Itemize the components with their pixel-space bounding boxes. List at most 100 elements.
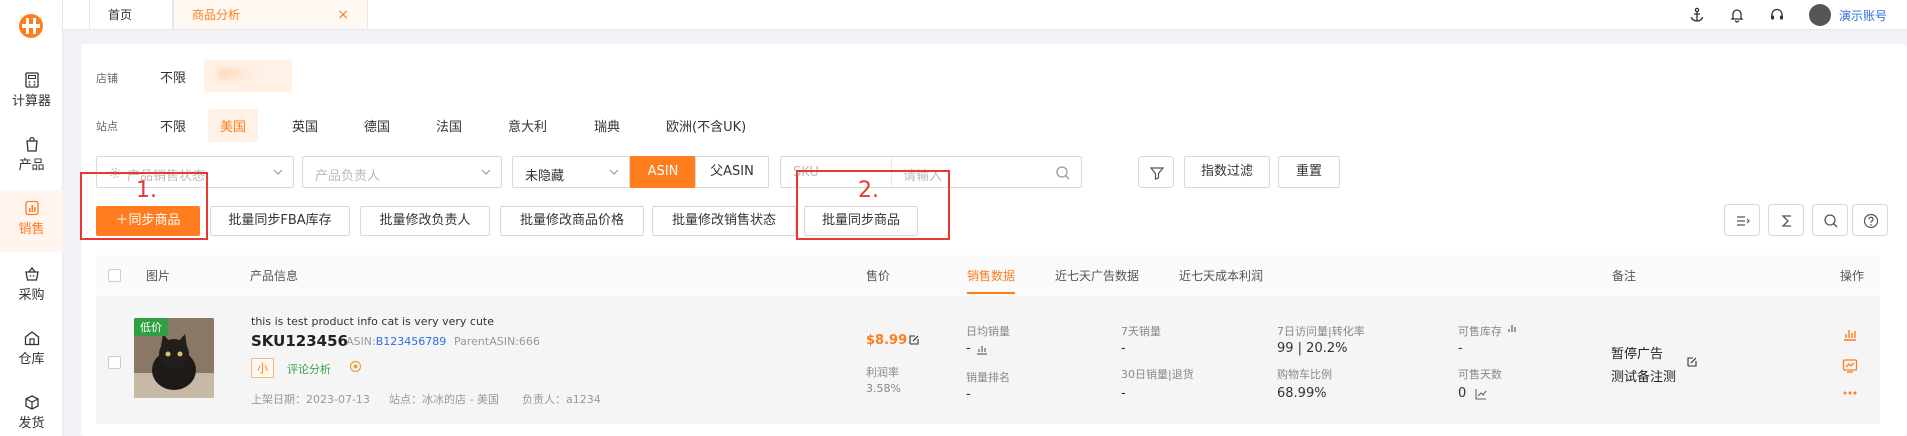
sidebar-item-shipping[interactable]: 发货 — [0, 384, 63, 436]
asin-toggle-asin[interactable]: ASIN — [630, 156, 696, 188]
sidebar-label: 产品 — [18, 158, 45, 173]
filter-button[interactable] — [1138, 156, 1174, 188]
store-site: 站点：冰冰的店 - 美国 — [389, 393, 499, 406]
asin-line: ASIN:B123456789 — [346, 335, 446, 348]
search-icon[interactable] — [1055, 165, 1071, 181]
product-sku[interactable]: SKU123456 — [251, 332, 348, 350]
chevron-down-icon — [481, 169, 491, 175]
trend-icon[interactable] — [1475, 388, 1487, 400]
site-option-all[interactable]: 不限 — [160, 116, 186, 135]
row-checkbox[interactable] — [108, 356, 121, 369]
store-option-all[interactable]: 不限 — [160, 67, 186, 86]
store-option-blurred[interactable] — [204, 60, 292, 92]
sidebar-item-calculator[interactable]: 计算器 — [0, 62, 63, 124]
table-search-button[interactable] — [1812, 204, 1848, 236]
parent-asin: ParentASIN:666 — [454, 335, 540, 348]
site-option-it[interactable]: 意大利 — [508, 116, 547, 135]
site-option-de[interactable]: 德国 — [364, 116, 390, 135]
listed-date: 上架日期：2023-07-13 — [251, 393, 370, 406]
list-settings-icon — [1737, 216, 1750, 226]
chart-icon — [24, 200, 39, 216]
bar-chart-icon[interactable] — [1507, 323, 1517, 333]
select-all-checkbox[interactable] — [108, 269, 121, 282]
daily-sales-label: 日均销量 — [966, 325, 1010, 338]
tab-label: 首页 — [108, 8, 133, 22]
sidebar: 计算器 产品 销售 采购 仓库 发货 — [0, 0, 63, 436]
site-option-se[interactable]: 瑞典 — [594, 116, 620, 135]
edit-icon[interactable] — [1686, 356, 1698, 368]
monitor-chart-icon[interactable] — [1842, 358, 1858, 374]
col-product-info: 产品信息 — [250, 269, 299, 283]
sum-button[interactable] — [1768, 204, 1804, 236]
sales-30d-label: 30日销量|退货 — [1121, 368, 1194, 381]
sidebar-item-warehouse[interactable]: 仓库 — [0, 320, 63, 382]
sidebar-label: 发货 — [18, 416, 45, 431]
asin-link[interactable]: B123456789 — [376, 335, 447, 348]
tab-sales-data[interactable]: 销售数据 — [967, 267, 1016, 294]
account-name: 演示账号 — [1838, 8, 1887, 23]
headset-icon[interactable] — [1769, 7, 1785, 23]
column-settings-button[interactable] — [1724, 204, 1760, 236]
sales-7d-value: - — [1121, 341, 1126, 356]
sigma-icon — [1781, 215, 1791, 227]
sidebar-label: 计算器 — [11, 94, 51, 109]
bag-icon — [25, 136, 38, 152]
site-option-eu[interactable]: 欧洲(不含UK) — [666, 116, 746, 135]
annotation-label-2: 2. — [858, 178, 879, 203]
annotation-label-1: 1. — [136, 178, 157, 203]
review-analysis-link[interactable]: 评论分析 — [287, 361, 331, 377]
sidebar-item-product[interactable]: 产品 — [0, 126, 63, 188]
days-value: 0 — [1458, 386, 1467, 401]
owner-select[interactable]: 产品负责人 — [302, 156, 502, 188]
product-image[interactable]: 低价 — [134, 318, 214, 398]
edit-icon[interactable] — [908, 334, 920, 346]
sales-rank-value: - — [966, 387, 971, 402]
col-ops: 操作 — [1840, 269, 1865, 283]
box-icon — [24, 395, 39, 410]
cart-label: 购物车比例 — [1277, 368, 1332, 381]
sidebar-item-purchase[interactable]: 采购 — [0, 256, 63, 318]
reset-button[interactable]: 重置 — [1278, 156, 1340, 188]
tab-ad-data[interactable]: 近七天广告数据 — [1055, 267, 1139, 284]
sidebar-item-sales[interactable]: 销售 — [0, 190, 63, 252]
avatar — [1808, 4, 1831, 26]
batch-sync-fba-button[interactable]: 批量同步FBA库存 — [210, 206, 350, 236]
warehouse-icon — [24, 331, 39, 346]
col-price: 售价 — [866, 269, 891, 283]
help-icon — [1863, 213, 1879, 229]
chevron-down-icon — [609, 169, 619, 175]
site-option-fr[interactable]: 法国 — [436, 116, 462, 135]
calculator-icon — [24, 72, 39, 88]
note-line-2: 测试备注测 — [1611, 370, 1677, 385]
more-icon[interactable] — [1842, 385, 1858, 401]
sidebar-label: 销售 — [18, 222, 45, 237]
metric-filter-button[interactable]: 指数过滤 — [1184, 156, 1270, 188]
close-icon[interactable]: × — [337, 0, 349, 30]
account-menu[interactable]: 演示账号 — [1808, 4, 1887, 26]
batch-edit-price-button[interactable]: 批量修改商品价格 — [500, 206, 644, 236]
site-option-us[interactable]: 美国 — [208, 109, 259, 142]
anchor-icon[interactable] — [1689, 7, 1705, 23]
select-value: 未隐藏 — [525, 169, 565, 184]
note-line-1: 暂停广告 — [1611, 347, 1664, 362]
price-value: $8.99 — [866, 333, 908, 348]
analytics-icon[interactable] — [1842, 326, 1858, 342]
help-button[interactable] — [1852, 204, 1888, 236]
hidden-select[interactable]: 未隐藏 — [512, 156, 630, 188]
asin-toggle-parent[interactable]: 父ASIN — [695, 156, 769, 188]
bar-chart-icon[interactable] — [976, 343, 988, 355]
col-image: 图片 — [146, 269, 171, 283]
header-tools: 演示账号 — [1689, 0, 1887, 30]
batch-edit-status-button[interactable]: 批量修改销售状态 — [652, 206, 796, 236]
tab-product-analysis[interactable]: 商品分析 × — [173, 0, 368, 30]
site-option-uk[interactable]: 英国 — [292, 116, 318, 135]
batch-edit-owner-button[interactable]: 批量修改负责人 — [360, 206, 490, 236]
search-icon — [1824, 214, 1838, 228]
tab-cost-profit[interactable]: 近七天成本利润 — [1179, 267, 1263, 284]
tab-home[interactable]: 首页 — [89, 0, 173, 30]
col-note: 备注 — [1612, 269, 1637, 283]
bell-icon[interactable] — [1729, 7, 1745, 23]
site-filter-label: 站点 — [96, 120, 118, 133]
sales-7d-label: 7天销量 — [1121, 325, 1161, 338]
visits-value: 99 | 20.2% — [1277, 341, 1348, 356]
